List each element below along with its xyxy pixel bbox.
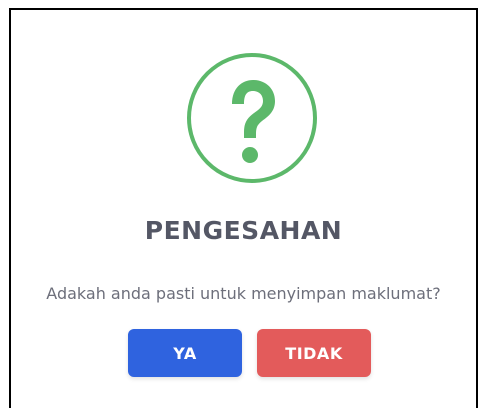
confirmation-dialog: PENGESAHAN Adakah anda pasti untuk menyi… xyxy=(9,8,478,408)
dialog-message: Adakah anda pasti untuk menyimpan maklum… xyxy=(46,284,441,303)
dialog-title: PENGESAHAN xyxy=(144,216,343,245)
yes-button[interactable]: YA xyxy=(128,329,242,377)
no-button[interactable]: TIDAK xyxy=(257,329,371,377)
question-mark-icon xyxy=(187,53,317,183)
